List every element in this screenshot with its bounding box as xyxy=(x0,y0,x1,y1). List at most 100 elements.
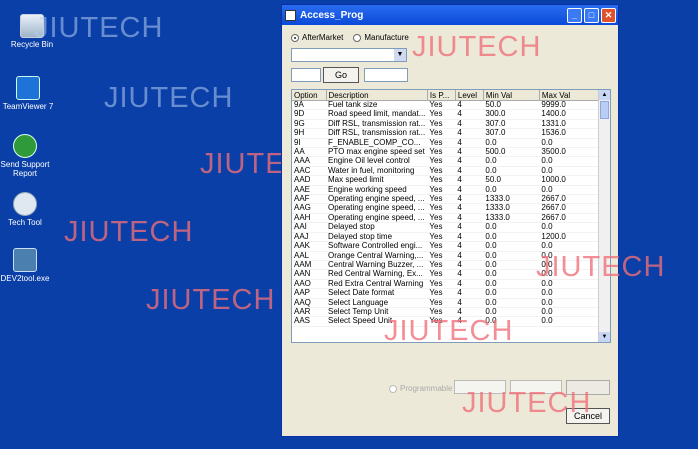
table-cell: 4 xyxy=(455,241,484,252)
chevron-down-icon[interactable]: ▼ xyxy=(394,49,406,61)
table-cell: AAM xyxy=(292,260,326,271)
watermark: JIUTECH xyxy=(412,31,542,63)
table-row[interactable]: AAC Water in fuel, monitoring Yes 4 0.0 0.0 xyxy=(292,166,604,177)
table-cell: 9D xyxy=(292,109,326,120)
table-row[interactable]: 9G Diff RSL, transmission rat... Yes 4 307.0… xyxy=(292,119,604,130)
table-row[interactable]: 9I F_ENABLE_COMP_CO... Yes 4 0.0 0.0 xyxy=(292,138,604,149)
scroll-thumb[interactable] xyxy=(600,101,609,119)
scroll-up-icon[interactable]: ▲ xyxy=(599,90,610,100)
table-cell: Orange Central Warning,... xyxy=(326,251,428,261)
table-cell: Yes xyxy=(427,241,456,252)
table-row[interactable]: AAK Software Controlled engi... Yes 4 0.0 0.0 xyxy=(292,241,604,252)
table-cell: AAH xyxy=(292,213,326,224)
go-button[interactable]: Go xyxy=(323,67,359,83)
table-row[interactable]: 9H Diff RSL, transmission rat... Yes 4 307.0… xyxy=(292,128,604,139)
table-cell: 1536.0 xyxy=(539,128,604,139)
table-cell: 9A xyxy=(292,100,326,111)
table-cell: 4 xyxy=(455,222,484,233)
column-header-min-val[interactable]: Min Val xyxy=(483,90,540,101)
table-cell: 1333.0 xyxy=(483,213,540,224)
table-cell: 4 xyxy=(455,213,484,224)
table-cell: AAR xyxy=(292,307,326,318)
watermark: JIUTECH xyxy=(146,284,276,316)
table-row[interactable]: 9D Road speed limit, mandat... Yes 4 300.0 14… xyxy=(292,109,604,120)
table-cell: Operating engine speed, ... xyxy=(326,203,428,214)
table-cell: 4 xyxy=(455,232,484,243)
table-cell: 9999.0 xyxy=(539,100,604,111)
maximize-button[interactable]: □ xyxy=(584,7,599,23)
table-cell: AAN xyxy=(292,269,326,280)
table-cell: Select Language xyxy=(326,298,428,308)
table-cell: Max speed limit xyxy=(326,175,428,186)
column-header-level[interactable]: Level xyxy=(455,90,484,101)
desktop-icon-teamviewer[interactable]: TeamViewer 7 xyxy=(0,76,59,111)
programmable-radio[interactable] xyxy=(389,384,397,393)
vertical-scrollbar[interactable]: ▲ ▼ xyxy=(598,90,610,342)
table-cell: Yes xyxy=(427,213,456,224)
table-row[interactable]: 9A Fuel tank size Yes 4 50.0 9999.0 xyxy=(292,100,604,111)
table-row[interactable]: AAI Delayed stop Yes 4 0.0 0.0 xyxy=(292,222,604,233)
table-row[interactable]: AAA Engine Oil level control Yes 4 0.0 0.0 xyxy=(292,156,604,167)
table-cell: 0.0 xyxy=(483,251,540,261)
table-cell: 1000.0 xyxy=(539,175,604,186)
manufacture-label: Manufacture xyxy=(364,33,409,42)
aftermarket-radio[interactable] xyxy=(291,33,299,42)
table-cell: 4 xyxy=(455,298,484,308)
column-header-option[interactable]: Option xyxy=(292,90,327,101)
watermark: JIUTECH xyxy=(104,82,234,114)
table-cell: AAC xyxy=(292,166,326,177)
table-cell: Delayed stop xyxy=(326,222,428,233)
table-cell: 0.0 xyxy=(483,138,540,149)
table-cell: Diff RSL, transmission rat... xyxy=(326,128,428,139)
table-cell: Yes xyxy=(427,232,456,243)
table-row[interactable]: AAG Operating engine speed, ... Yes 4 1333.0… xyxy=(292,203,604,214)
manufacture-radio[interactable] xyxy=(353,33,362,42)
table-cell: Yes xyxy=(427,288,456,299)
value-input[interactable] xyxy=(364,68,408,82)
table-row[interactable]: AAE Engine working speed Yes 4 0.0 0.0 xyxy=(292,185,604,196)
title-bar[interactable]: Access_Prog _ □ ✕ xyxy=(282,5,618,25)
table-cell: 0.0 xyxy=(483,288,540,299)
table-row[interactable]: AAF Operating engine speed, ... Yes 4 1333.0… xyxy=(292,194,604,205)
table-row[interactable]: AA PTO max engine speed set Yes 4 500.0 3500.… xyxy=(292,147,604,158)
option-code-input[interactable] xyxy=(291,68,321,82)
table-cell: Yes xyxy=(427,119,456,130)
desktop-icon-dev2tool[interactable]: DEV2tool.exe xyxy=(0,248,56,283)
table-row[interactable]: AAQ Select Language Yes 4 0.0 0.0 xyxy=(292,298,604,308)
desktop-icon-tech-tool[interactable]: Tech Tool xyxy=(0,192,56,227)
column-header-max-val[interactable]: Max Val xyxy=(539,90,604,101)
table-cell: 3500.0 xyxy=(539,147,604,158)
table-row[interactable]: AAJ Delayed stop time Yes 4 0.0 1200.0 xyxy=(292,232,604,243)
table-cell: 0.0 xyxy=(539,298,604,308)
option-dropdown[interactable]: ▼ xyxy=(291,48,407,62)
minimize-button[interactable]: _ xyxy=(567,7,582,23)
watermark: JIUTECH xyxy=(462,387,592,419)
access-prog-window: Access_Prog _ □ ✕ AfterMarket Manufactur… xyxy=(281,4,664,437)
table-cell: 50.0 xyxy=(483,175,540,186)
table-cell: 4 xyxy=(455,175,484,186)
scroll-down-icon[interactable]: ▼ xyxy=(599,332,610,342)
table-cell: 500.0 xyxy=(483,147,540,158)
desktop-icon-label: TeamViewer 7 xyxy=(2,102,54,111)
table-cell: 0.0 xyxy=(539,138,604,149)
close-button[interactable]: ✕ xyxy=(601,7,616,23)
table-cell: Red Extra Central Warning xyxy=(326,279,428,290)
column-header-is-programmable[interactable]: Is P... xyxy=(427,90,456,101)
table-row[interactable]: AAH Operating engine speed, ... Yes 4 1333.0… xyxy=(292,213,604,224)
table-row[interactable]: AAD Max speed limit Yes 4 50.0 1000.0 xyxy=(292,175,604,186)
table-cell: AAO xyxy=(292,279,326,290)
desktop-icon-label: Tech Tool xyxy=(8,218,42,227)
table-cell: Engine working speed xyxy=(326,185,428,196)
table-cell: 4 xyxy=(455,269,484,280)
table-cell: 0.0 xyxy=(483,260,540,271)
table-cell: AAP xyxy=(292,288,326,299)
table-cell: 9I xyxy=(292,138,326,149)
table-cell: Water in fuel, monitoring xyxy=(326,166,428,177)
table-cell: 4 xyxy=(455,119,484,130)
column-header-description[interactable]: Description xyxy=(326,90,428,101)
table-body: 9A Fuel tank size Yes 4 50.0 9999.0 9D Road spe… xyxy=(292,100,604,327)
table-cell: AAK xyxy=(292,241,326,252)
desktop-icon-send-support-report[interactable]: Send Support Report xyxy=(0,134,56,178)
table-row[interactable]: AAP Select Date format Yes 4 0.0 0.0 xyxy=(292,288,604,299)
dev2tool-icon xyxy=(13,248,37,272)
